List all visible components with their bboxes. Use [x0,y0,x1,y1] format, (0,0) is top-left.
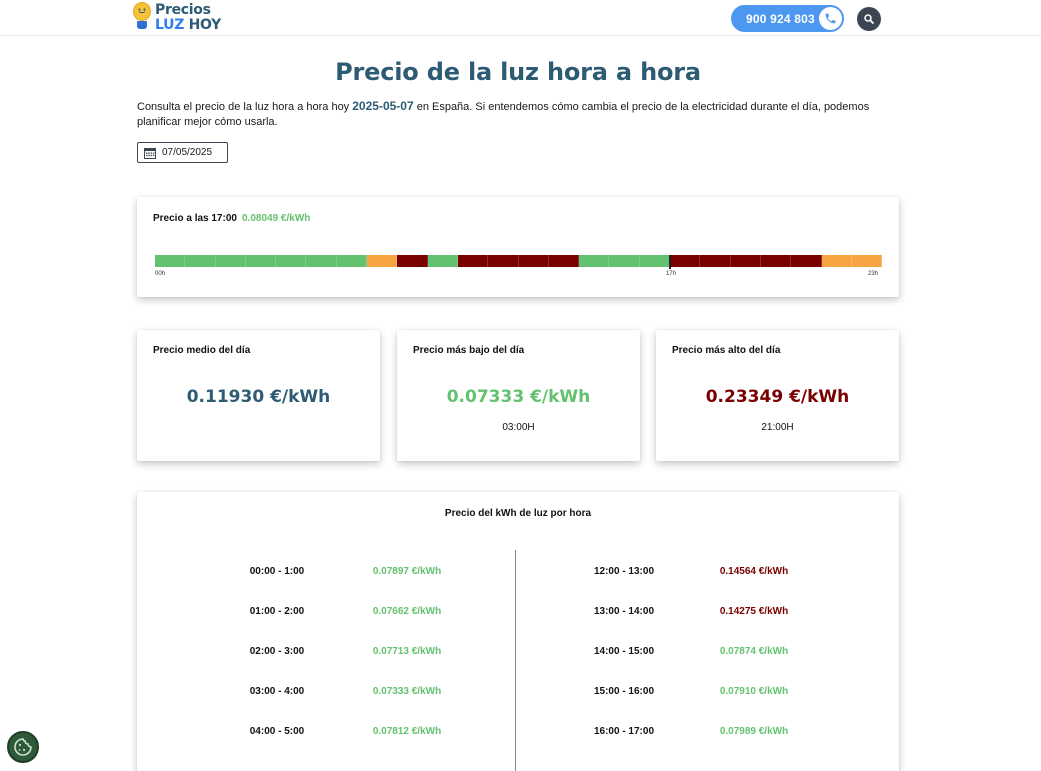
hour-price: 0.07910 €/kWh [719,686,789,697]
hour-price: 0.07812 €/kWh [372,726,442,737]
cookie-settings-button[interactable] [7,731,39,763]
hour-range: 14:00 - 15:00 [593,646,655,657]
table-row: 16:00 - 17:00 0.07989 €/kWh [559,726,819,740]
phone-icon [819,7,842,30]
hour-segment-8 [397,255,428,267]
hour-range: 02:00 - 3:00 [249,646,305,657]
highest-price-value: 0.23349 €/kWh [705,387,850,407]
current-price-value: 0.08049 €/kWh [242,213,311,224]
search-button[interactable] [857,7,881,31]
lowest-price-label: Precio más bajo del día [413,345,525,356]
table-row: 12:00 - 13:00 0.14564 €/kWh [559,566,819,580]
table-row: 02:00 - 3:00 0.07713 €/kWh [212,646,472,660]
table-title: Precio del kWh de luz por hora [444,508,592,519]
hour-price: 0.07713 €/kWh [372,646,442,657]
site-logo[interactable]: Precios LUZ HOY [132,2,221,34]
table-row: 03:00 - 4:00 0.07333 €/kWh [212,686,472,700]
table-row: 13:00 - 14:00 0.14275 €/kWh [559,606,819,620]
site-header: Precios LUZ HOY 900 924 803 [0,0,1041,36]
intro-text-start: Consulta el precio de la luz hora a hora… [137,101,353,113]
hour-segment-20 [760,255,792,267]
page-title: Precio de la luz hora a hora [335,58,701,86]
hour-price: 0.14275 €/kWh [719,606,789,617]
intro-text: Consulta el precio de la luz hora a hora… [137,99,907,130]
hour-segment-9 [427,255,458,267]
table-row: 14:00 - 15:00 0.07874 €/kWh [559,646,819,660]
hour-price: 0.14564 €/kWh [719,566,789,577]
hour-segment-19 [730,255,761,267]
hour-range: 12:00 - 13:00 [593,566,655,577]
date-picker-input[interactable]: 07/05/2025 [137,142,228,163]
tick-start: 00h [155,271,166,277]
hour-range: 13:00 - 14:00 [593,606,655,617]
lightbulb-icon [132,2,152,34]
table-divider [515,550,516,771]
hour-price: 0.07897 €/kWh [372,566,442,577]
hourly-price-bar [155,255,883,267]
hour-range: 15:00 - 16:00 [593,686,655,697]
hourly-price-table: Precio del kWh de luz por hora 00:00 - 1… [137,492,899,771]
logo-text-luz: LUZ [155,17,185,33]
lowest-price-card: Precio más bajo del día 0.07333 €/kWh 03… [397,330,640,461]
hour-price: 0.07662 €/kWh [372,606,442,617]
table-row: 01:00 - 2:00 0.07662 €/kWh [212,606,472,620]
hour-segment-16 [639,255,671,267]
hour-price: 0.07874 €/kWh [719,646,789,657]
highest-price-hour: 21:00H [761,422,794,433]
date-value: 07/05/2025 [162,147,213,158]
hour-price: 0.07333 €/kWh [372,686,442,697]
hour-range: 03:00 - 4:00 [249,686,305,697]
hour-segment-6 [336,255,368,267]
current-price-card: Precio a las 17:00 0.08049 €/kWh 00h 17h… [137,197,899,297]
hour-range: 04:00 - 5:00 [249,726,305,737]
calendar-icon [144,147,156,159]
phone-number: 900 924 803 [746,11,815,26]
table-row: 04:00 - 5:00 0.07812 €/kWh [212,726,472,740]
hour-segment-3 [245,255,277,267]
hour-segment-13 [548,255,580,267]
hour-segment-14 [579,255,610,267]
hour-range: 16:00 - 17:00 [593,726,655,737]
average-price-value: 0.11930 €/kWh [186,387,331,407]
hour-range: 01:00 - 2:00 [249,606,305,617]
tick-current-hour: 17h [665,271,676,277]
tick-end: 23h [868,271,879,277]
cookie-icon [14,738,32,756]
hour-segment-10 [457,255,489,267]
hour-segment-18 [700,255,731,267]
hour-range: 00:00 - 1:00 [249,566,305,577]
hour-segment-11 [488,255,519,267]
hour-segment-4 [276,255,307,267]
average-price-label: Precio medio del día [153,345,251,356]
hour-segment-0 [155,255,186,267]
hour-segment-2 [215,255,246,267]
highest-price-card: Precio más alto del día 0.23349 €/kWh 21… [656,330,899,461]
hour-price: 0.07989 €/kWh [719,726,789,737]
hour-segment-5 [306,255,337,267]
current-price-label: Precio a las 17:00 [153,213,237,224]
highest-price-label: Precio más alto del día [672,345,781,356]
hour-segment-17 [670,255,701,267]
table-row: 00:00 - 1:00 0.07897 €/kWh [212,566,472,580]
hour-segment-23 [851,255,883,267]
current-hour-marker [668,255,671,269]
search-icon [864,14,874,24]
intro-date: 2025-05-07 [352,99,414,113]
call-phone-button[interactable]: 900 924 803 [731,5,844,32]
logo-text-precios: Precios [155,2,211,18]
hour-segment-15 [609,255,640,267]
lowest-price-hour: 03:00H [502,422,535,433]
hour-segment-1 [185,255,216,267]
table-row: 15:00 - 16:00 0.07910 €/kWh [559,686,819,700]
hour-segment-22 [821,255,852,267]
average-price-card: Precio medio del día 0.11930 €/kWh [137,330,380,461]
hour-segment-21 [791,255,822,267]
lowest-price-value: 0.07333 €/kWh [446,387,591,407]
hour-segment-12 [518,255,549,267]
hour-segment-7 [367,255,398,267]
logo-text-hoy: HOY [188,17,222,33]
